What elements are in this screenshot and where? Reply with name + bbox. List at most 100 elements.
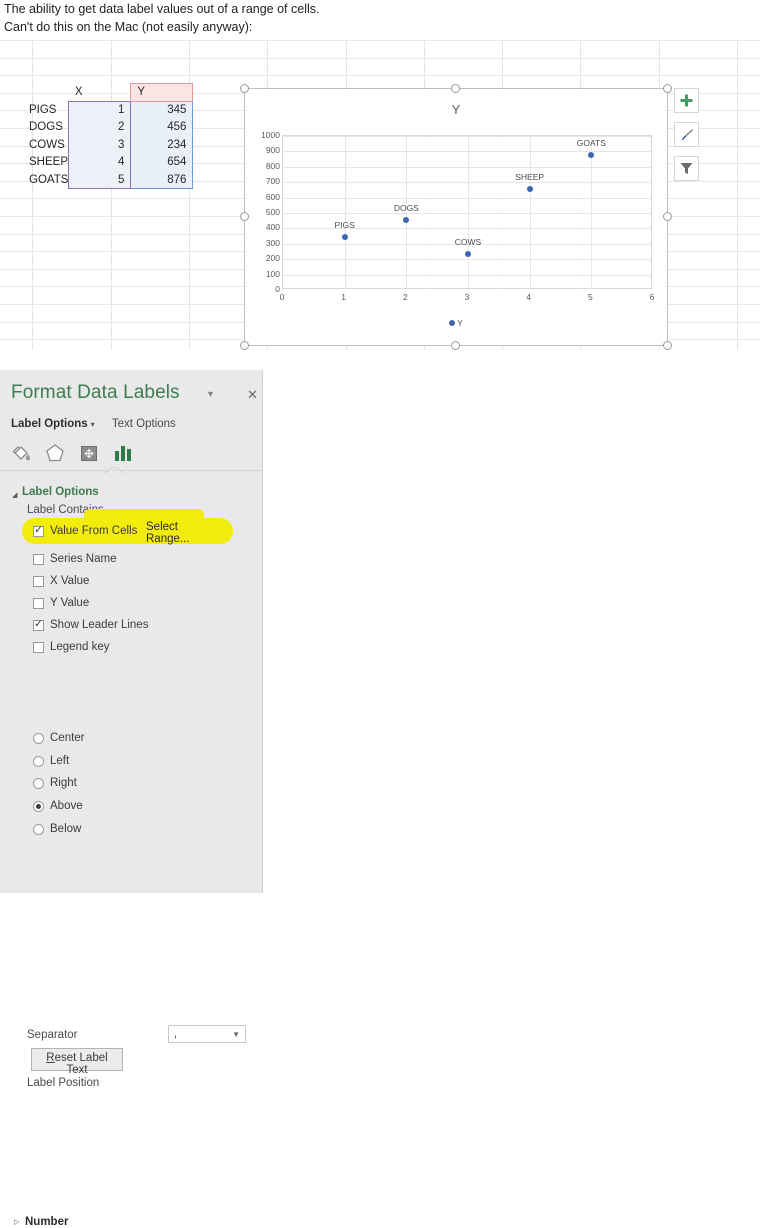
separator-dropdown[interactable]: , ▼ [168,1025,246,1043]
cell-x-value[interactable]: 4 [69,154,131,172]
cell-x-value[interactable]: 5 [69,171,131,189]
checkbox-row-value-from-cells[interactable]: Value From Cells [33,523,137,539]
checkbox-legend-key[interactable] [33,642,44,653]
resize-handle-top-center[interactable] [451,84,460,93]
chart-gridline-vertical [591,136,592,288]
cell-animal-name[interactable]: DOGS [0,119,69,137]
fill-bucket-icon[interactable] [10,442,32,464]
resize-handle-bottom-left[interactable] [240,341,249,350]
cell-y-value[interactable]: 456 [131,119,193,137]
checkbox-row-show-leader-lines[interactable]: Show Leader Lines [33,617,148,633]
cell-y-value[interactable]: 654 [131,154,193,172]
format-data-labels-pane[interactable]: Format Data Labels ▾ ✕ Label Options▾ Te… [0,370,263,893]
checkbox-row-x-value[interactable]: X Value [33,573,89,589]
table-row[interactable]: COWS3234 [0,136,193,154]
resize-handle-middle-right[interactable] [663,212,672,221]
chart-legend[interactable]: Y [245,317,667,328]
chart-gridline-vertical [530,136,531,288]
spreadsheet-area[interactable]: X Y PIGS1345DOGS2456COWS3234SHEEP4654GOA… [0,40,760,350]
cell-x-value[interactable]: 1 [69,101,131,119]
number-expand-arrow-icon[interactable]: ▷ [14,1218,19,1226]
resize-handle-top-right[interactable] [663,84,672,93]
table-row[interactable]: DOGS2456 [0,119,193,137]
pane-tabs[interactable]: Label Options▾ Text Options [11,418,176,430]
y-axis-tick-label: 1000 [246,130,280,140]
tab-label-options[interactable]: Label Options [11,418,88,430]
checkbox-x-value[interactable] [33,576,44,587]
label-options-chart-icon[interactable] [112,442,134,464]
cell-animal-name[interactable]: GOATS [0,171,69,189]
checkbox-value-from-cells[interactable] [33,526,44,537]
cell-x-value[interactable]: 3 [69,136,131,154]
chart-elements-button[interactable] [674,88,699,113]
cell-animal-name[interactable]: PIGS [0,101,69,119]
cell-y-value[interactable]: 345 [131,101,193,119]
resize-handle-bottom-right[interactable] [663,341,672,350]
resize-handle-top-left[interactable] [240,84,249,93]
cell-y-value[interactable]: 876 [131,171,193,189]
chart-data-point[interactable] [342,234,348,240]
data-table[interactable]: X Y PIGS1345DOGS2456COWS3234SHEEP4654GOA… [0,83,193,189]
chart-data-point[interactable] [403,217,409,223]
resize-handle-bottom-center[interactable] [451,341,460,350]
chart-data-point[interactable] [527,186,533,192]
chart-data-label[interactable]: DOGS [394,203,419,213]
radio-left[interactable] [33,756,44,767]
header-x[interactable]: X [69,84,131,102]
table-row[interactable]: PIGS1345 [0,101,193,119]
chart-styles-button[interactable] [674,122,699,147]
radio-row-left[interactable]: Left [33,753,69,769]
chart-title[interactable]: Y [245,102,667,117]
checkbox-show-leader-lines[interactable] [33,620,44,631]
checkbox-row-y-value[interactable]: Y Value [33,595,89,611]
checkbox-row-legend-key[interactable]: Legend key [33,639,109,655]
chart-filters-button[interactable] [674,156,699,181]
chart-data-label[interactable]: PIGS [335,220,355,230]
chart-object[interactable]: Y 01002003004005006007008009001000 PIGSD… [244,88,668,346]
cell-animal-name[interactable]: SHEEP [0,154,69,172]
tab-label-options-caret-icon[interactable]: ▾ [91,420,95,429]
pane-icon-row[interactable] [10,442,134,464]
y-axis-tick-label: 600 [246,192,280,202]
label-options-expand-arrow-icon[interactable]: ◢ [12,491,17,499]
legend-marker-icon [449,320,455,326]
size-properties-icon[interactable] [78,442,100,464]
chart-data-point[interactable] [588,152,594,158]
chart-data-label[interactable]: GOATS [577,138,606,148]
chart-data-point[interactable] [465,251,471,257]
radio-row-center[interactable]: Center [33,730,85,746]
checkbox-y-value[interactable] [33,598,44,609]
chart-data-label[interactable]: SHEEP [515,172,544,182]
radio-row-above[interactable]: Above [33,798,83,814]
select-range-button[interactable]: Select Range... [146,521,224,540]
cell-animal-name[interactable]: COWS [0,136,69,154]
cell-x-value[interactable]: 2 [69,119,131,137]
checkbox-label-x-value: X Value [50,575,89,587]
checkbox-series-name[interactable] [33,554,44,565]
cell-y-value[interactable]: 234 [131,136,193,154]
tab-text-options[interactable]: Text Options [112,418,176,430]
chart-side-buttons[interactable] [674,88,700,190]
label-options-section-heading[interactable]: Label Options [22,486,99,498]
checkbox-label-show-leader-lines: Show Leader Lines [50,619,148,631]
pane-close-icon[interactable]: ✕ [247,387,258,403]
effects-pentagon-icon[interactable] [44,442,66,464]
chart-plot-area[interactable]: PIGS DOGS COWS SHEEP GOATS [282,135,652,289]
radio-right[interactable] [33,778,44,789]
table-row[interactable]: GOATS5876 [0,171,193,189]
radio-row-right[interactable]: Right [33,775,77,791]
radio-below[interactable] [33,824,44,835]
intro-line-1: The ability to get data label values out… [2,0,758,18]
pane-dropdown-caret-icon[interactable]: ▾ [208,389,213,400]
radio-label-center: Center [50,732,85,744]
reset-label-text-button[interactable]: Reset Label Text [31,1048,123,1071]
resize-handle-middle-left[interactable] [240,212,249,221]
chart-data-label[interactable]: COWS [455,237,481,247]
checkbox-row-series-name[interactable]: Series Name [33,551,116,567]
header-y[interactable]: Y [131,84,193,102]
table-row[interactable]: SHEEP4654 [0,154,193,172]
radio-center[interactable] [33,733,44,744]
number-section-heading[interactable]: Number [25,1216,68,1228]
radio-above[interactable] [33,801,44,812]
radio-row-below[interactable]: Below [33,821,81,837]
